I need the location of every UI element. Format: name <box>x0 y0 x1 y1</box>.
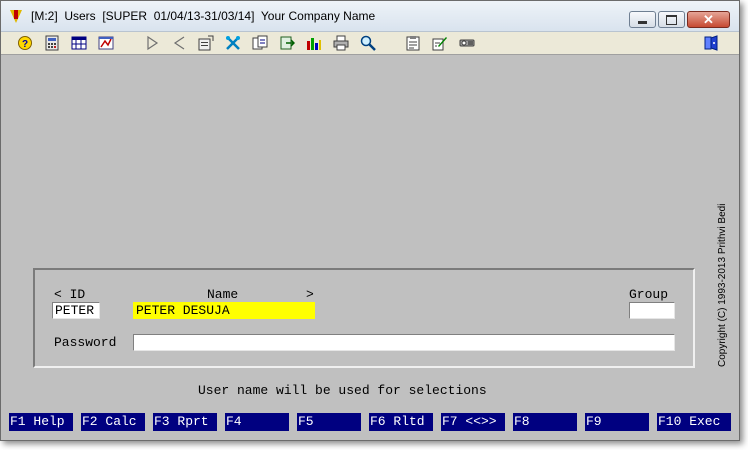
group-field[interactable] <box>629 302 675 319</box>
status-message: User name will be used for selections <box>198 383 487 398</box>
minimize-icon <box>638 21 647 24</box>
f5-key[interactable]: F5 <box>297 413 361 431</box>
name-field[interactable]: PETER DESUJA <box>133 302 315 319</box>
f1-help-key[interactable]: F1 Help <box>9 413 73 431</box>
window-title: [M:2] Users [SUPER 01/04/13-31/03/14] Yo… <box>31 9 376 23</box>
f7-navigate-key[interactable]: F7 <<>> <box>441 413 505 431</box>
f2-calc-key[interactable]: F2 Calc <box>81 413 145 431</box>
function-key-bar: F1 Help F2 Calc F3 Rprt F4 F5 F6 Rltd F7… <box>9 413 733 431</box>
name-arrow-label: > <box>306 287 314 302</box>
name-label: Name <box>207 287 239 302</box>
f4-key[interactable]: F4 <box>225 413 289 431</box>
maximize-button[interactable] <box>658 11 685 28</box>
calculator-icon[interactable] <box>44 35 60 51</box>
id-label: < ID <box>54 287 86 302</box>
exit-icon[interactable] <box>703 35 719 51</box>
print-icon[interactable] <box>333 35 349 51</box>
copyright-text: Copyright (C) 1993-2013 Prithvi Bedi <box>717 203 728 367</box>
help-icon[interactable]: ? <box>17 35 33 51</box>
next-icon[interactable] <box>144 35 160 51</box>
f10-execute-key[interactable]: F10 Exec <box>657 413 731 431</box>
toolbar: ? <box>1 32 739 55</box>
maximize-icon <box>666 14 677 25</box>
settings-icon[interactable] <box>459 35 475 51</box>
tools-icon[interactable] <box>225 35 241 51</box>
app-window: [M:2] Users [SUPER 01/04/13-31/03/14] Yo… <box>0 0 740 441</box>
password-label: Password <box>54 335 117 350</box>
password-field[interactable] <box>133 334 675 351</box>
minimize-button[interactable] <box>629 11 656 28</box>
properties-icon[interactable] <box>198 35 214 51</box>
f8-key[interactable]: F8 <box>513 413 577 431</box>
group-label: Group <box>629 287 669 302</box>
f6-related-key[interactable]: F6 Rltd <box>369 413 433 431</box>
zoom-icon[interactable] <box>360 35 376 51</box>
edit-icon[interactable] <box>432 35 448 51</box>
clipboard-icon[interactable] <box>405 35 421 51</box>
export-icon[interactable] <box>279 35 295 51</box>
table-icon[interactable] <box>71 35 87 51</box>
previous-icon[interactable] <box>171 35 187 51</box>
close-button[interactable]: ✕ <box>687 11 730 28</box>
app-logo-icon[interactable] <box>10 10 22 23</box>
svg-text:?: ? <box>22 39 28 50</box>
report-icon[interactable] <box>98 35 114 51</box>
close-icon: ✕ <box>703 12 714 27</box>
chart-icon[interactable] <box>306 35 322 51</box>
title-bar[interactable]: [M:2] Users [SUPER 01/04/13-31/03/14] Yo… <box>1 1 739 32</box>
f9-key[interactable]: F9 <box>585 413 649 431</box>
id-field[interactable]: PETER <box>52 302 100 319</box>
f3-report-key[interactable]: F3 Rprt <box>153 413 217 431</box>
copy-icon[interactable] <box>252 35 268 51</box>
